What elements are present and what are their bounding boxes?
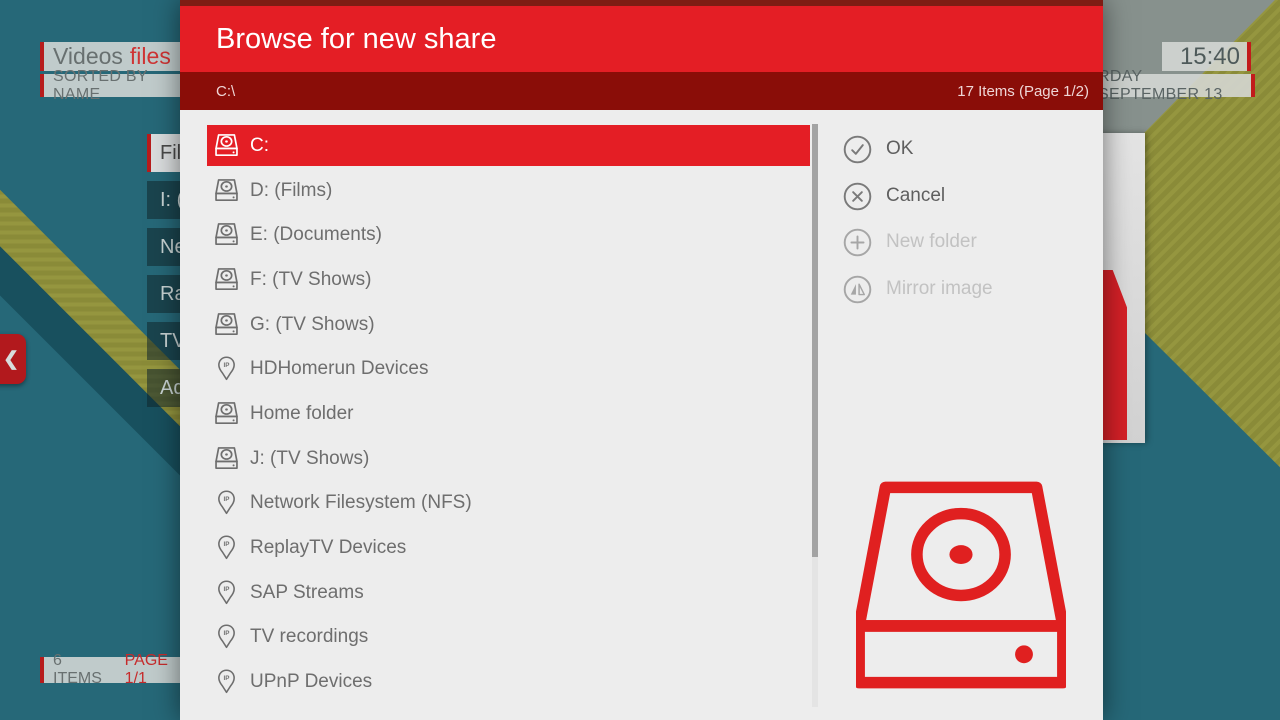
cancel-button[interactable]: Cancel [843,181,945,211]
browse-share-dialog: Browse for new share C:\ 17 Items (Page … [180,0,1103,720]
network-pin-icon [213,623,240,650]
list-item[interactable]: SAP Streams [207,572,810,613]
list-item-label: HDHomerun Devices [250,358,428,380]
list-item[interactable]: TV recordings [207,616,810,657]
items-count-bar: 6 ITEMS PAGE 1/1 [40,657,194,683]
list-item[interactable]: HDHomerun Devices [207,348,810,389]
action-label: Mirror image [886,278,993,300]
clock-text: 15:40 [1180,43,1240,71]
list-item[interactable]: Home folder [207,393,810,434]
list-item-label: ReplayTV Devices [250,537,406,559]
list-item-label: C: [250,135,269,157]
list-item-label: SAP Streams [250,582,364,604]
current-path: C:\ [216,83,235,100]
list-item[interactable]: J: (TV Shows) [207,438,810,479]
new-folder-button: New folder [843,227,977,257]
network-pin-icon [213,534,240,561]
date-text: RDAY SEPTEMBER 13 [1098,68,1244,104]
hard-disk-icon [856,480,1066,690]
network-pin-icon [213,355,240,382]
plus-icon [843,228,872,257]
dialog-title: Browse for new share [216,23,496,56]
drive-icon [213,266,240,293]
ok-button[interactable]: OK [843,134,913,164]
list-item[interactable]: Network Filesystem (NFS) [207,482,810,523]
action-label: OK [886,138,913,160]
list-item[interactable]: G: (TV Shows) [207,304,810,345]
list-item-label: Network Filesystem (NFS) [250,492,472,514]
list-item-label: E: (Documents) [250,224,382,246]
list-item-label: UPnP Devices [250,671,372,693]
scrollbar-track[interactable] [812,124,818,707]
window-title-secondary: files [130,43,171,70]
list-item[interactable]: E: (Documents) [207,214,810,255]
network-pin-icon [213,668,240,695]
network-pin-icon [213,579,240,606]
action-label: Cancel [886,185,945,207]
list-item[interactable]: F: (TV Shows) [207,259,810,300]
poster-art-fragment [1101,270,1127,440]
dialog-body: C: D: (Films) E: (Documents) F: (TV Shows) G… [180,110,1103,720]
list-item-label: G: (TV Shows) [250,314,375,336]
list-item-label: J: (TV Shows) [250,448,369,470]
mirror-image-button: Mirror image [843,274,993,304]
scrollbar-thumb[interactable] [812,124,818,557]
date-bar: RDAY SEPTEMBER 13 [1098,74,1255,97]
list-item-label: D: (Films) [250,180,332,202]
list-item[interactable]: D: (Films) [207,170,810,211]
list-item-label: TV recordings [250,626,368,648]
drive-icon [213,400,240,427]
list-item[interactable]: ReplayTV Devices [207,527,810,568]
dialog-title-bar: Browse for new share [180,0,1103,72]
items-page-count: 17 Items (Page 1/2) [957,83,1089,100]
close-icon [843,182,872,211]
screen: Videos files SORTED BY NAME 15:40 RDAY S… [0,0,1280,720]
collapse-panel-button[interactable]: ❮ [0,334,26,384]
list-item-label: F: (TV Shows) [250,269,371,291]
list-item[interactable]: UPnP Devices [207,661,810,702]
list-item-label: Home folder [250,403,354,425]
drive-icon [213,132,240,159]
list-item[interactable]: C: [207,125,810,166]
window-title-primary: Videos [53,43,123,70]
sort-label: SORTED BY NAME [53,68,195,104]
drive-icon [213,445,240,472]
dialog-path-bar: C:\ 17 Items (Page 1/2) [180,72,1103,110]
mirror-icon [843,275,872,304]
sort-label-bar: SORTED BY NAME [40,74,195,97]
drive-icon [213,221,240,248]
chevron-left-icon: ❮ [3,348,19,371]
items-count-text: 6 ITEMS [53,652,115,688]
network-pin-icon [213,489,240,516]
background-poster-card [1096,133,1145,443]
action-label: New folder [886,231,977,253]
drive-icon [213,311,240,338]
check-icon [843,135,872,164]
drive-icon [213,177,240,204]
